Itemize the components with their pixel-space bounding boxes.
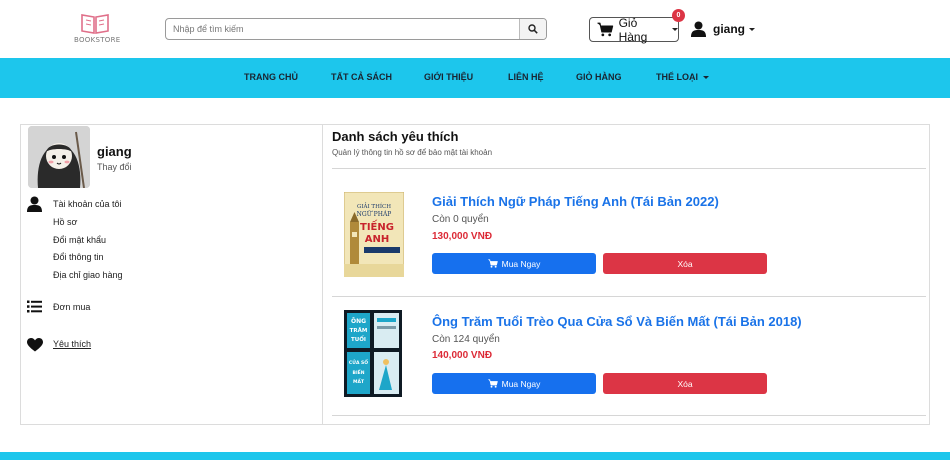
book-cover[interactable]: GIẢI THÍCH NGỮ PHÁP TIẾNG ANH [344, 192, 404, 277]
sidebar-item-change-password[interactable]: Đổi mật khẩu [53, 235, 106, 245]
divider [332, 415, 926, 416]
chevron-down-icon [672, 28, 678, 31]
svg-text:GIẢI THÍCH: GIẢI THÍCH [357, 202, 391, 210]
buy-now-button[interactable]: Mua Ngay [432, 373, 596, 394]
sidebar-item-account[interactable]: Tài khoản của tôi [53, 199, 122, 209]
buy-now-button[interactable]: Mua Ngay [432, 253, 596, 274]
chevron-down-icon [749, 27, 755, 31]
book-logo-icon [81, 14, 109, 34]
profile-name: giang [97, 144, 132, 159]
sidebar-item-address[interactable]: Địa chỉ giao hàng [53, 270, 123, 280]
book-stock: Còn 124 quyển [432, 334, 500, 345]
search-bar [165, 18, 547, 40]
book-title-link[interactable]: Ông Trăm Tuổi Trèo Qua Cửa Sổ Và Biến Mấ… [432, 314, 802, 329]
book-cover[interactable]: ÔNG TRĂM TUỔI CỬA SỔ BIẾN MẤT [344, 310, 402, 397]
book-title-link[interactable]: Giải Thích Ngữ Pháp Tiếng Anh (Tái Bản 2… [432, 194, 719, 209]
divider [332, 168, 926, 169]
user-icon [27, 196, 42, 212]
chevron-down-icon [703, 76, 709, 79]
cart-icon [597, 22, 614, 37]
svg-text:ÔNG: ÔNG [351, 318, 366, 325]
cart-icon [487, 379, 498, 388]
cart-button[interactable]: Giỏ Hàng [589, 15, 679, 44]
svg-text:TUỔI: TUỔI [351, 335, 366, 343]
user-menu[interactable]: giang [691, 19, 755, 39]
user-icon [691, 21, 706, 37]
page-subtitle: Quản lý thông tin hồ sơ để bảo mật tài k… [332, 148, 493, 157]
search-button[interactable] [519, 19, 546, 39]
main-nav: TRANG CHỦ TẤT CẢ SÁCH GIỚI THIỆU LIÊN HỆ… [0, 58, 950, 98]
nav-categories[interactable]: THỂ LOẠI [656, 72, 709, 82]
svg-text:ANH: ANH [365, 234, 389, 245]
sidebar-item-favorites[interactable]: Yêu thích [53, 339, 91, 349]
search-input[interactable] [166, 19, 520, 39]
list-icon [27, 300, 42, 313]
nav-categories-label: THỂ LOẠI [656, 72, 698, 82]
heart-icon [27, 338, 43, 352]
book-stock: Còn 0 quyển [432, 214, 489, 225]
sidebar-item-profile[interactable]: Hồ sơ [53, 217, 77, 227]
cart-count-badge: 0 [672, 9, 685, 22]
nav-cart[interactable]: GIỎ HÀNG [576, 72, 622, 82]
book-price: 140,000 VNĐ [432, 350, 493, 361]
avatar [28, 126, 90, 188]
nav-about[interactable]: GIỚI THIỆU [424, 72, 473, 82]
svg-text:NGỮ PHÁP: NGỮ PHÁP [357, 210, 392, 218]
wishlist-panel: Danh sách yêu thích Quản lý thông tin hồ… [324, 125, 929, 424]
divider [332, 296, 926, 297]
logo[interactable]: BOOKSTORE [74, 12, 130, 48]
account-sidebar: giang Thay đổi Tài khoản của tôi Hồ sơ Đ… [21, 125, 323, 424]
nav-contact[interactable]: LIÊN HỆ [508, 72, 544, 82]
delete-button[interactable]: Xóa [603, 373, 767, 394]
header: BOOKSTORE Giỏ Hàng 0 giang [0, 0, 950, 58]
account-card: giang Thay đổi Tài khoản của tôi Hồ sơ Đ… [20, 124, 930, 425]
buy-now-label: Mua Ngay [501, 258, 541, 269]
book-price: 130,000 VNĐ [432, 231, 493, 242]
cart-icon [487, 259, 498, 268]
nav-home[interactable]: TRANG CHỦ [244, 72, 298, 82]
sidebar-item-orders[interactable]: Đơn mua [53, 302, 90, 312]
search-icon [528, 24, 538, 34]
page-title: Danh sách yêu thích [332, 129, 459, 144]
cart-label: Giỏ Hàng [618, 15, 648, 44]
logo-text: BOOKSTORE [74, 36, 121, 44]
buy-now-label: Mua Ngay [501, 378, 541, 389]
username: giang [713, 22, 745, 36]
footer-bar [0, 452, 950, 460]
nav-all-books[interactable]: TẤT CẢ SÁCH [331, 72, 392, 82]
sidebar-item-change-info[interactable]: Đổi thông tin [53, 252, 104, 262]
delete-button[interactable]: Xóa [603, 253, 767, 274]
svg-text:TRĂM: TRĂM [350, 327, 368, 334]
change-avatar-link[interactable]: Thay đổi [97, 162, 132, 172]
